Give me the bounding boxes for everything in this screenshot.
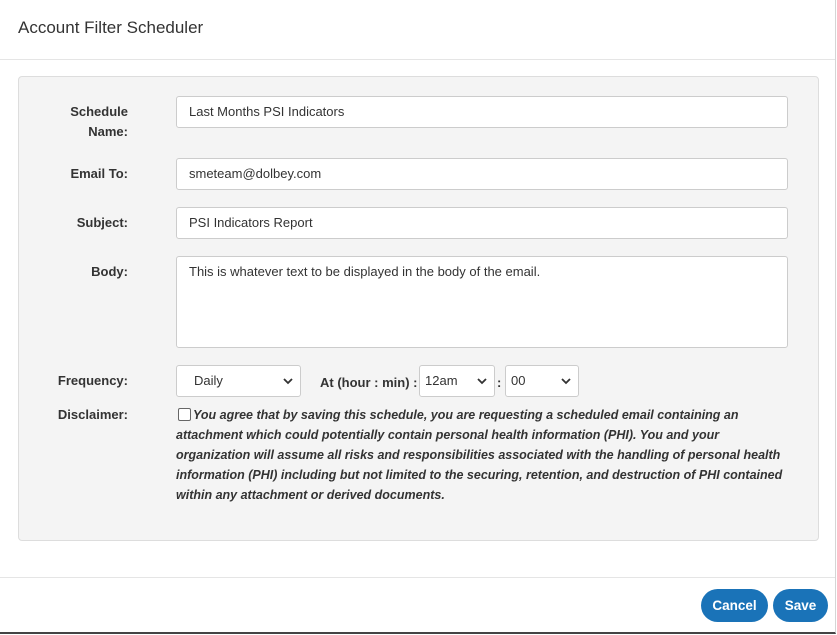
scheduler-dialog: Account Filter Scheduler Schedule Name: … [0, 0, 836, 634]
schedule-name-label: Schedule Name: [70, 104, 128, 139]
form-panel: Schedule Name: Last Months PSI Indicator… [18, 76, 819, 541]
schedule-name-input[interactable]: Last Months PSI Indicators [176, 96, 788, 128]
minute-value: 00 [511, 373, 526, 388]
time-separator: : [497, 375, 502, 390]
frequency-select[interactable]: Daily [176, 365, 301, 397]
chevron-down-icon [283, 378, 293, 385]
footer-divider [0, 577, 835, 578]
subject-label: Subject: [76, 215, 128, 230]
hour-value: 12am [425, 373, 458, 388]
frequency-label: Frequency: [57, 373, 128, 388]
disclaimer-text: You agree that by saving this schedule, … [176, 408, 783, 502]
dialog-title: Account Filter Scheduler [18, 18, 204, 37]
disclaimer-label: Disclaimer: [57, 407, 128, 422]
email-to-label: Email To: [70, 166, 128, 181]
hour-select[interactable]: 12am [419, 365, 495, 397]
save-button[interactable]: Save [773, 589, 828, 622]
time-label: At (hour : min) : [320, 375, 418, 390]
body-textarea[interactable]: This is whatever text to be displayed in… [176, 256, 788, 348]
cancel-button[interactable]: Cancel [701, 589, 768, 622]
minute-select[interactable]: 00 [505, 365, 579, 397]
chevron-down-icon [561, 378, 571, 385]
body-label: Body: [91, 264, 128, 279]
email-to-input[interactable]: smeteam@dolbey.com [176, 158, 788, 190]
chevron-down-icon [477, 378, 487, 385]
dialog-header: Account Filter Scheduler [0, 0, 835, 60]
subject-input[interactable]: PSI Indicators Report [176, 207, 788, 239]
frequency-value: Daily [194, 373, 223, 388]
